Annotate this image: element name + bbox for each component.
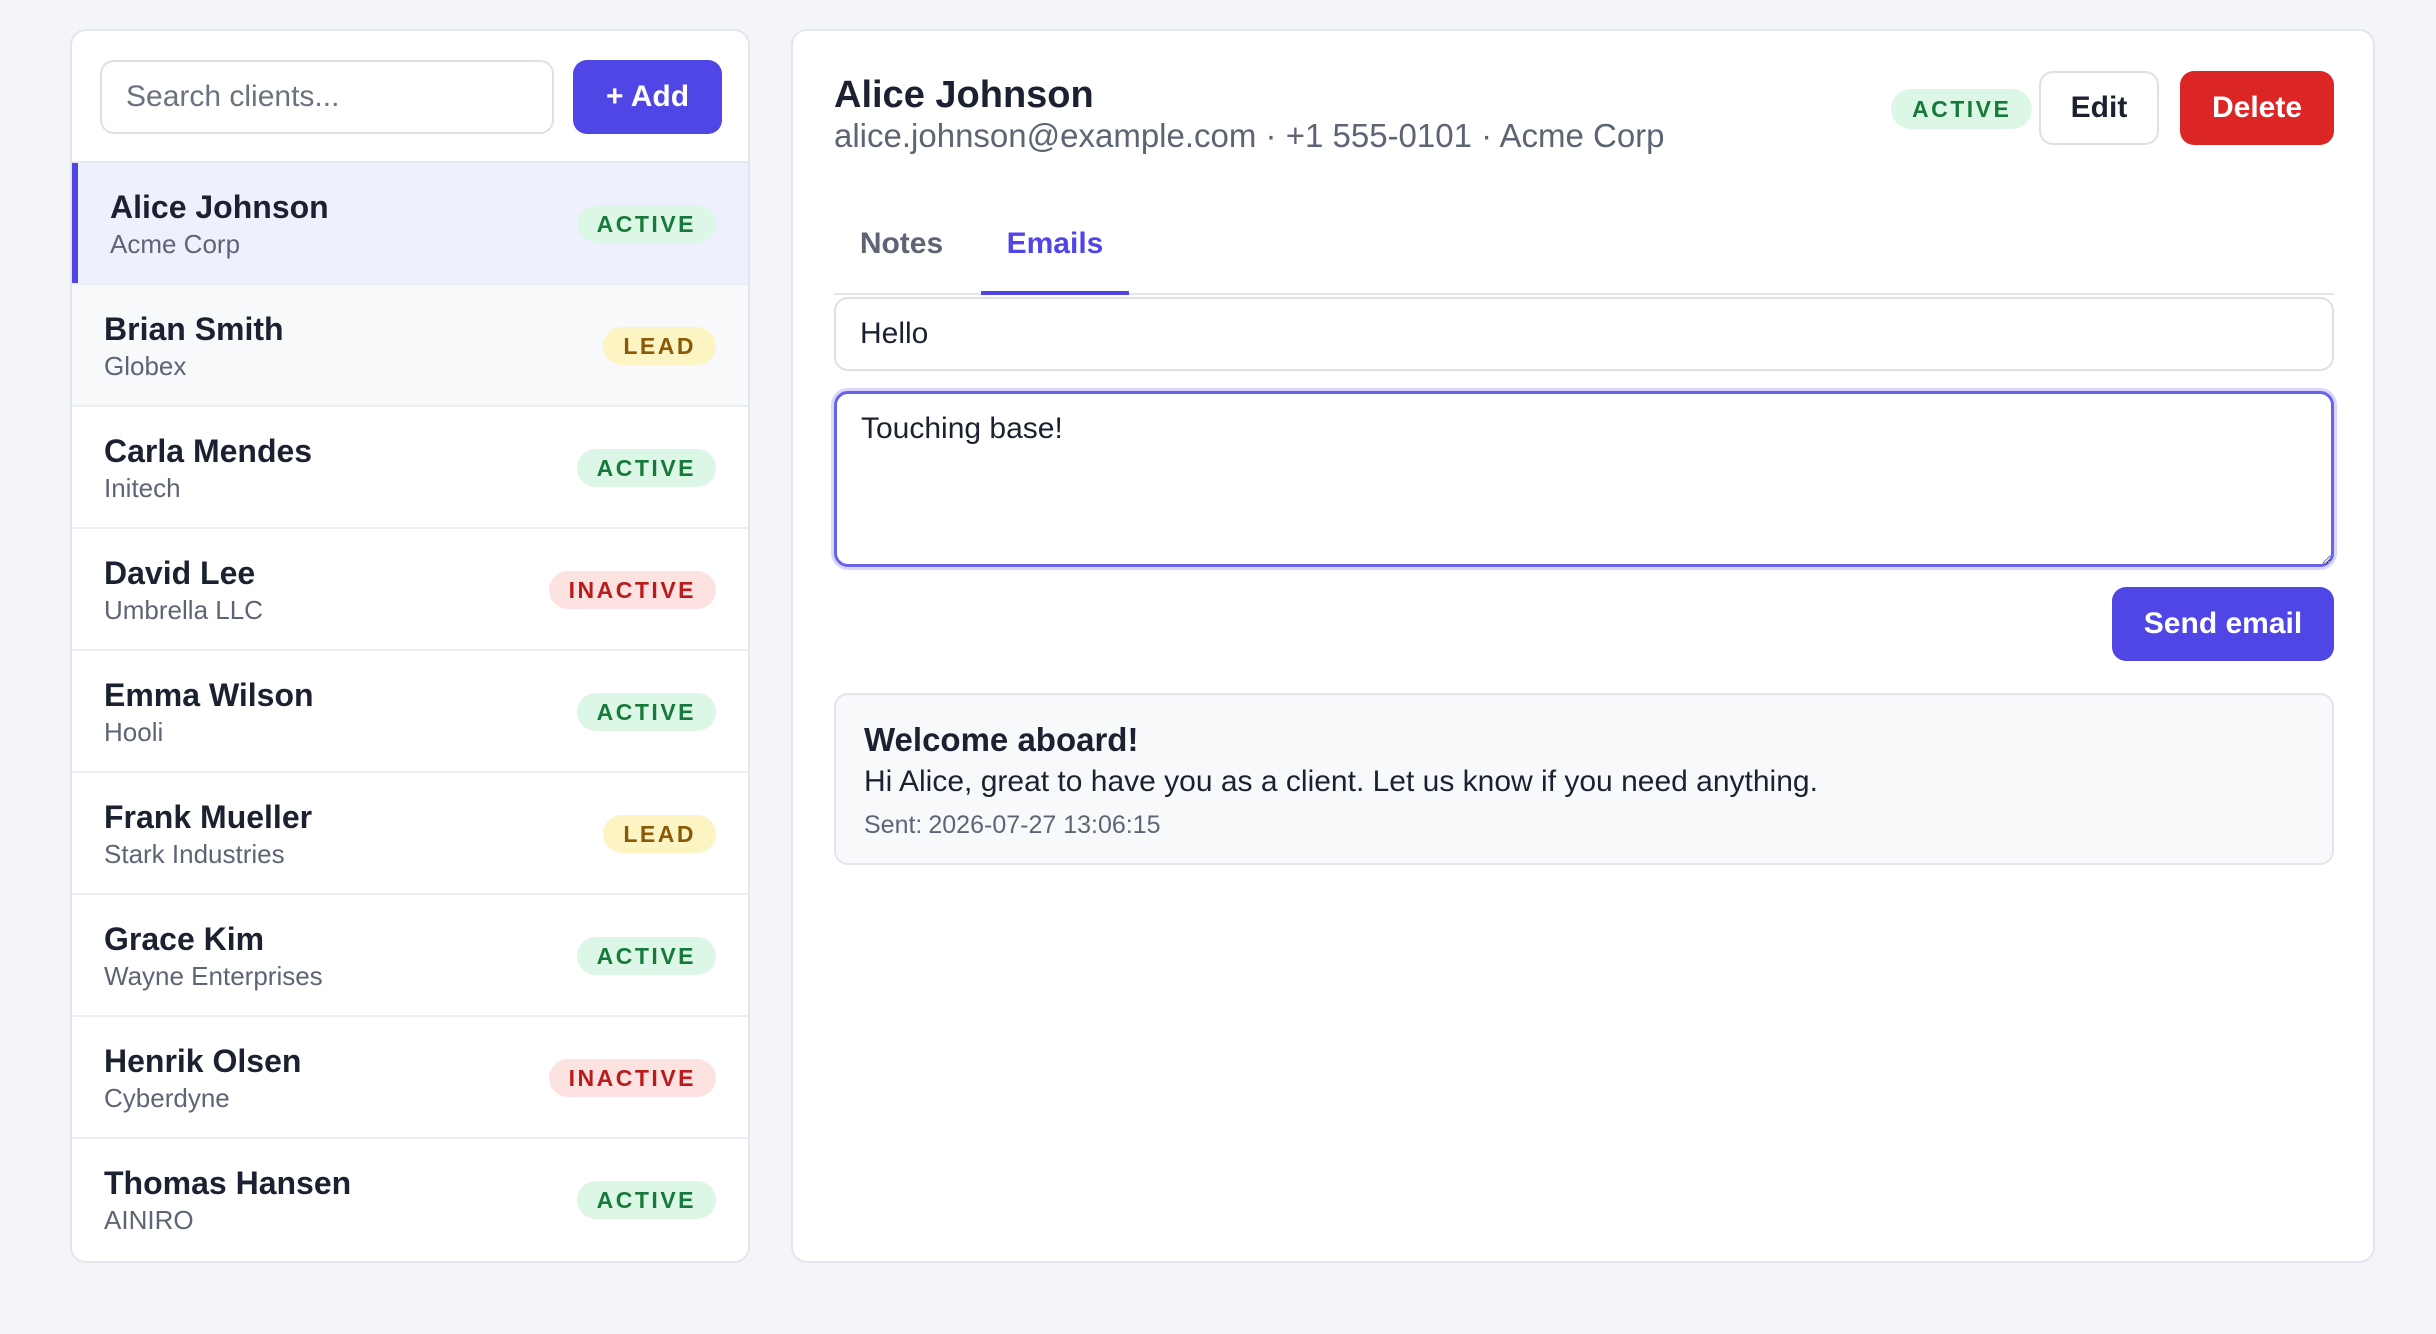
crm-app: + Add Alice Johnson Acme Corp ACTIVE Bri… — [0, 0, 2436, 1334]
status-badge: ACTIVE — [576, 693, 716, 731]
client-item-david-lee[interactable]: David Lee Umbrella LLC INACTIVE — [72, 529, 748, 651]
client-name: David Lee — [104, 555, 256, 591]
add-client-button[interactable]: + Add — [573, 60, 722, 134]
client-item-carla-mendes[interactable]: Carla Mendes Initech ACTIVE — [72, 407, 748, 529]
client-name: Henrik Olsen — [104, 1043, 302, 1079]
email-sent-label: Sent: — [864, 811, 923, 839]
client-item-alice-johnson[interactable]: Alice Johnson Acme Corp ACTIVE — [72, 163, 748, 285]
status-badge: INACTIVE — [548, 571, 716, 609]
delete-button[interactable]: Delete — [2180, 71, 2334, 145]
client-detail-name: Alice Johnson — [834, 74, 1094, 116]
client-item-frank-mueller[interactable]: Frank Mueller Stark Industries LEAD — [72, 773, 748, 895]
client-name: Frank Mueller — [104, 799, 313, 835]
client-name: Alice Johnson — [110, 189, 329, 225]
status-badge: ACTIVE — [576, 449, 716, 487]
client-item-thomas-hansen[interactable]: Thomas Hansen AINIRO ACTIVE — [72, 1139, 748, 1261]
client-company: Globex — [104, 351, 187, 381]
status-badge: ACTIVE — [576, 937, 716, 975]
client-company: Wayne Enterprises — [104, 961, 323, 991]
tab-emails[interactable]: Emails — [981, 203, 1129, 295]
client-name: Carla Mendes — [104, 433, 313, 469]
client-item-grace-kim[interactable]: Grace Kim Wayne Enterprises ACTIVE — [72, 895, 748, 1017]
detail-tabs: Notes Emails — [834, 203, 2334, 295]
email-sent-time: 2026-07-27 13:06:15 — [928, 811, 1161, 839]
client-status-badge: ACTIVE — [1891, 89, 2033, 129]
client-name: Thomas Hansen — [104, 1165, 352, 1201]
status-badge: LEAD — [603, 815, 716, 853]
sent-email-card: Welcome aboard! Hi Alice, great to have … — [834, 693, 2334, 865]
client-name: Brian Smith — [104, 311, 284, 347]
client-company: AINIRO — [104, 1205, 194, 1235]
search-input[interactable] — [100, 60, 554, 134]
client-company: Acme Corp — [110, 229, 241, 259]
client-name: Emma Wilson — [104, 677, 314, 713]
client-list-header: + Add — [72, 31, 748, 163]
client-company: Stark Industries — [104, 839, 285, 869]
client-company: Initech — [104, 473, 181, 503]
client-detail-meta: alice.johnson@example.com · +1 555-0101 … — [834, 117, 1665, 154]
status-badge: INACTIVE — [548, 1059, 716, 1097]
tab-notes[interactable]: Notes — [834, 203, 969, 295]
email-body-textarea[interactable]: Touching base! — [834, 391, 2334, 567]
email-subject: Welcome aboard! — [864, 721, 1139, 758]
email-sent-timestamp: Sent: 2026-07-27 13:06:15 — [864, 811, 1161, 840]
edit-button[interactable]: Edit — [2039, 71, 2159, 145]
status-badge: ACTIVE — [576, 1181, 716, 1219]
status-badge: LEAD — [603, 327, 716, 365]
client-item-henrik-olsen[interactable]: Henrik Olsen Cyberdyne INACTIVE — [72, 1017, 748, 1139]
client-item-emma-wilson[interactable]: Emma Wilson Hooli ACTIVE — [72, 651, 748, 773]
email-subject-input[interactable] — [834, 297, 2334, 371]
client-name: Grace Kim — [104, 921, 265, 957]
client-company: Umbrella LLC — [104, 595, 263, 625]
client-item-brian-smith[interactable]: Brian Smith Globex LEAD — [72, 285, 748, 407]
client-company: Cyberdyne — [104, 1083, 230, 1113]
client-company: Hooli — [104, 717, 164, 747]
send-email-button[interactable]: Send email — [2112, 587, 2334, 661]
status-badge: ACTIVE — [576, 205, 716, 243]
client-list-panel: + Add Alice Johnson Acme Corp ACTIVE Bri… — [70, 29, 750, 1263]
client-detail-panel: Alice Johnson alice.johnson@example.com … — [791, 29, 2375, 1263]
email-body: Hi Alice, great to have you as a client.… — [864, 765, 1818, 798]
